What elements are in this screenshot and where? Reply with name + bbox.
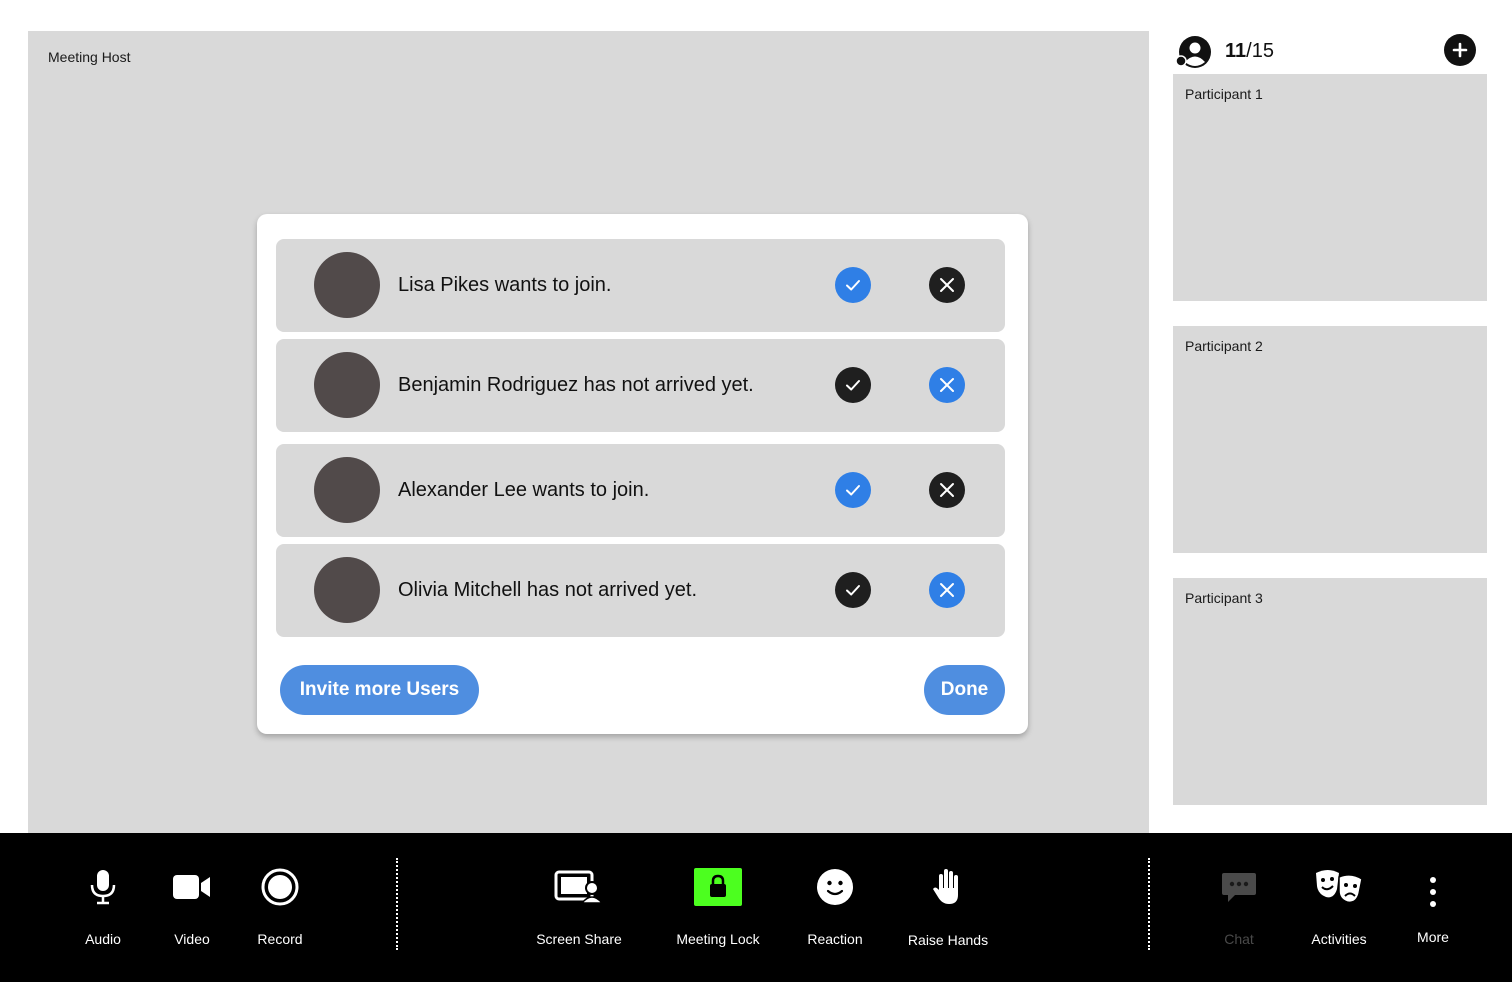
avatar xyxy=(314,557,380,623)
request-row: Alexander Lee wants to join. xyxy=(276,444,1005,537)
request-row: Lisa Pikes wants to join. xyxy=(276,239,1005,332)
theater-masks-icon xyxy=(1299,863,1379,911)
request-text: Lisa Pikes wants to join. xyxy=(398,274,612,296)
participant-tile[interactable]: Participant 1 xyxy=(1173,74,1487,301)
activities-label: Activities xyxy=(1311,931,1367,947)
participant-label: Participant 1 xyxy=(1185,86,1263,102)
toolbar-divider xyxy=(1148,858,1150,950)
chat-icon xyxy=(1214,863,1264,911)
accept-button[interactable] xyxy=(835,572,871,608)
meeting-lock-label: Meeting Lock xyxy=(676,931,760,947)
toolbar-divider xyxy=(396,858,398,950)
add-participant-button[interactable] xyxy=(1444,34,1476,66)
activities-button[interactable]: Activities xyxy=(1299,833,1379,982)
request-text: Alexander Lee wants to join. xyxy=(398,479,650,501)
accept-button[interactable] xyxy=(835,472,871,508)
check-icon xyxy=(846,280,860,291)
audio-label: Audio xyxy=(85,931,121,947)
screen-share-icon xyxy=(529,863,629,911)
participants-header: 11/15 xyxy=(1173,33,1487,71)
screen-share-label: Screen Share xyxy=(536,931,622,947)
record-button[interactable]: Record xyxy=(255,833,305,982)
avatar xyxy=(314,352,380,418)
meeting-toolbar: Audio Video Record Screen Share Meeting … xyxy=(0,833,1512,982)
check-icon xyxy=(846,485,860,496)
request-row: Benjamin Rodriguez has not arrived yet. xyxy=(276,339,1005,432)
video-label: Video xyxy=(174,931,210,947)
request-text: Benjamin Rodriguez has not arrived yet. xyxy=(398,374,754,396)
check-icon xyxy=(846,585,860,596)
lock-icon xyxy=(668,863,768,911)
record-label: Record xyxy=(257,931,303,947)
record-icon xyxy=(255,863,305,911)
more-label: More xyxy=(1417,929,1449,945)
participant-count: 11/15 xyxy=(1225,40,1274,63)
audio-button[interactable]: Audio xyxy=(78,833,128,982)
chat-label: Chat xyxy=(1224,931,1254,947)
reject-button[interactable] xyxy=(929,267,965,303)
check-icon xyxy=(846,380,860,391)
microphone-icon xyxy=(78,863,128,911)
accept-button[interactable] xyxy=(835,267,871,303)
close-icon xyxy=(940,483,954,497)
more-vertical-icon xyxy=(1408,868,1458,916)
close-icon xyxy=(940,378,954,392)
avatar xyxy=(314,252,380,318)
meeting-host-video: Meeting Host Lisa Pikes wants to join. B… xyxy=(28,31,1149,833)
reject-button[interactable] xyxy=(929,572,965,608)
video-camera-icon xyxy=(167,863,217,911)
reaction-button[interactable]: Reaction xyxy=(795,833,875,982)
meeting-lock-button[interactable]: Meeting Lock xyxy=(668,833,768,982)
participant-label: Participant 2 xyxy=(1185,338,1263,354)
request-row: Olivia Mitchell has not arrived yet. xyxy=(276,544,1005,637)
raise-hand-icon xyxy=(898,863,998,911)
participant-count-current: 11 xyxy=(1225,40,1247,62)
join-requests-dialog: Lisa Pikes wants to join. Benjamin Rodri… xyxy=(257,214,1028,734)
done-button[interactable]: Done xyxy=(924,665,1005,715)
participants-icon xyxy=(1175,36,1211,68)
video-button[interactable]: Video xyxy=(167,833,217,982)
more-button[interactable]: More xyxy=(1408,833,1458,982)
smiley-icon xyxy=(795,863,875,911)
host-label: Meeting Host xyxy=(48,49,131,65)
chat-button[interactable]: Chat xyxy=(1214,833,1264,982)
participant-count-max: /15 xyxy=(1246,40,1274,62)
screen-share-button[interactable]: Screen Share xyxy=(529,833,629,982)
participant-tile[interactable]: Participant 3 xyxy=(1173,578,1487,805)
raise-hands-label: Raise Hands xyxy=(907,932,989,948)
close-icon xyxy=(940,278,954,292)
reject-button[interactable] xyxy=(929,472,965,508)
reaction-label: Reaction xyxy=(807,931,863,947)
accept-button[interactable] xyxy=(835,367,871,403)
plus-icon xyxy=(1452,42,1468,58)
participant-tile[interactable]: Participant 2 xyxy=(1173,326,1487,553)
participant-label: Participant 3 xyxy=(1185,590,1263,606)
request-text: Olivia Mitchell has not arrived yet. xyxy=(398,579,698,601)
avatar xyxy=(314,457,380,523)
raise-hands-button[interactable]: Raise Hands xyxy=(898,833,998,982)
close-icon xyxy=(940,583,954,597)
invite-more-users-button[interactable]: Invite more Users xyxy=(280,665,479,715)
reject-button[interactable] xyxy=(929,367,965,403)
